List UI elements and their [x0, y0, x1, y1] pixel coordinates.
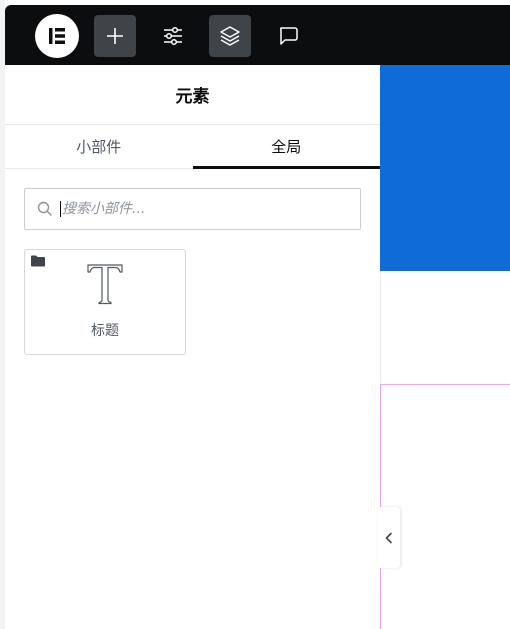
tab-widgets-label: 小部件 — [76, 138, 122, 156]
sliders-icon — [164, 26, 182, 46]
text-caret — [60, 201, 61, 217]
chevron-left-icon — [385, 532, 392, 543]
widget-heading-label: 标题 — [91, 323, 119, 339]
add-element-button[interactable] — [94, 15, 136, 57]
elements-panel: 元素 小部件 全局 标题 — [5, 65, 381, 629]
layers-icon — [220, 26, 240, 46]
panel-tabs: 小部件 全局 — [5, 125, 380, 169]
preview-container-outline[interactable] — [380, 384, 510, 629]
elementor-logo-icon — [49, 28, 65, 44]
elementor-logo[interactable] — [35, 14, 79, 58]
comments-button[interactable] — [267, 15, 309, 57]
preview-hero-section[interactable] — [380, 65, 510, 271]
top-toolbar — [5, 5, 510, 65]
comment-icon — [279, 27, 298, 45]
plus-icon — [107, 28, 123, 44]
tab-global-label: 全局 — [271, 138, 302, 156]
tab-global[interactable]: 全局 — [192, 125, 381, 169]
widget-heading[interactable]: 标题 — [24, 249, 186, 355]
site-settings-button[interactable] — [152, 15, 194, 57]
search-input[interactable] — [62, 201, 360, 217]
search-icon — [37, 201, 52, 216]
widget-search[interactable] — [24, 188, 361, 230]
folder-icon — [31, 255, 45, 267]
panel-collapse-toggle[interactable] — [378, 507, 400, 568]
panel-title: 元素 — [5, 65, 380, 125]
heading-icon — [87, 264, 123, 305]
structure-button[interactable] — [209, 15, 251, 57]
tab-widgets[interactable]: 小部件 — [5, 125, 193, 168]
